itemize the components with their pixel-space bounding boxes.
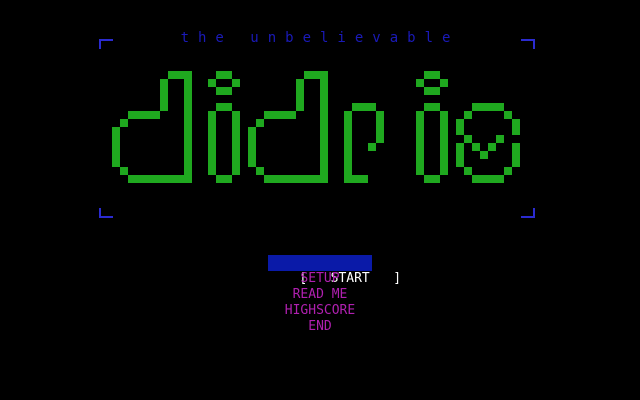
menu-item-highscore[interactable]: HIGHSCORE	[0, 303, 640, 319]
logo-letter-i2	[416, 71, 448, 183]
menu-item-start[interactable]: [ START ]	[268, 255, 401, 286]
menu-item-setup[interactable]: SETUP	[0, 271, 640, 287]
logo-letter-s	[456, 103, 520, 183]
game-logo: didris	[112, 71, 520, 183]
selector-right: ]	[393, 271, 402, 286]
menu-item-read-me[interactable]: READ ME	[0, 287, 640, 303]
logo-letter-r	[344, 103, 384, 183]
main-menu: [ START ] SETUP READ ME HIGHSCORE END	[0, 255, 640, 335]
logo-letter-i1	[208, 71, 240, 183]
menu-item-end[interactable]: END	[0, 319, 640, 335]
logo-letters	[112, 71, 520, 183]
logo-letter-d2	[248, 71, 328, 183]
logo-letter-d	[112, 71, 192, 183]
